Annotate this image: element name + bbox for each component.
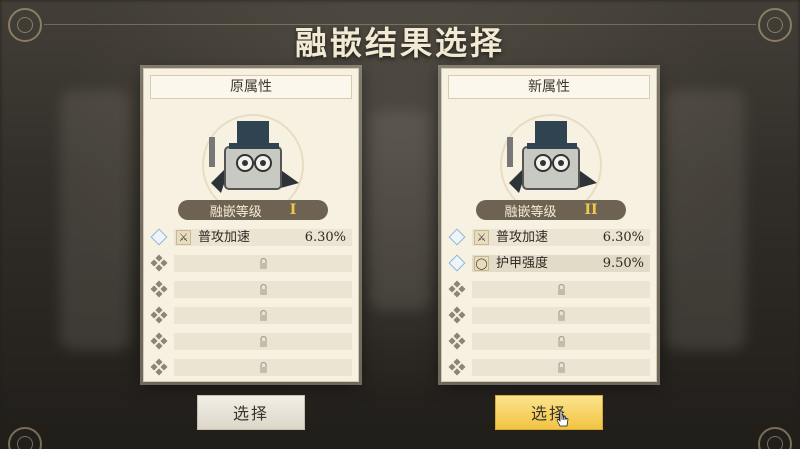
attribute-slot: ⚔ 普攻加速 6.30%: [174, 229, 352, 246]
attribute-value: 9.50%: [602, 256, 644, 271]
diamond-icon: [448, 254, 466, 272]
sword-icon: ⚔: [176, 230, 191, 245]
lock-icon: [260, 362, 267, 373]
fusion-level-label: 融嵌等级: [209, 204, 262, 220]
pointer-cursor-icon: [556, 410, 569, 427]
attribute-list: ⚔ 普攻加速 6.30% ◯ 护甲强度 9.50%: [448, 225, 650, 381]
lock-icon: [260, 284, 267, 295]
attribute-row: [150, 277, 352, 303]
attribute-row: [448, 329, 650, 355]
locked-slot: [472, 281, 650, 298]
locked-marker-icon: [448, 280, 466, 298]
locked-slot: [174, 255, 352, 272]
attribute-slot: ◯ 护甲强度 9.50%: [472, 255, 650, 272]
locked-slot: [472, 307, 650, 324]
fusion-level-label: 融嵌等级: [504, 204, 557, 220]
attribute-row: [448, 355, 650, 381]
lock-icon: [260, 336, 267, 347]
locked-marker-icon: [150, 254, 168, 272]
ring-icon: ◯: [474, 256, 489, 271]
locked-marker-icon: [448, 358, 466, 376]
fusion-level-bar: 融嵌等级 II: [476, 200, 626, 220]
fusion-level-bar: 融嵌等级 I: [178, 200, 328, 220]
locked-marker-icon: [150, 280, 168, 298]
new-attributes-card: 新属性 融嵌等级 II ⚔ 普攻加速 6.30% ◯ 护甲强度 9.50%: [441, 68, 657, 382]
lock-icon: [558, 362, 565, 373]
attribute-list: ⚔ 普攻加速 6.30%: [150, 225, 352, 381]
attribute-name: 护甲强度: [496, 256, 549, 271]
locked-slot: [472, 333, 650, 350]
attribute-row: [448, 277, 650, 303]
locked-marker-icon: [150, 332, 168, 350]
lock-icon: [260, 258, 267, 269]
card-header: 新属性: [448, 75, 650, 99]
lock-icon: [558, 336, 565, 347]
locked-slot: [174, 333, 352, 350]
attribute-name: 普攻加速: [198, 230, 251, 245]
fusion-level-value: II: [584, 202, 598, 218]
attribute-row: ◯ 护甲强度 9.50%: [448, 251, 650, 277]
locked-slot: [174, 359, 352, 376]
original-attributes-card: 原属性 融嵌等级 I ⚔ 普攻加速 6.30%: [143, 68, 359, 382]
attribute-value: 6.30%: [304, 230, 346, 245]
locked-marker-icon: [448, 306, 466, 324]
attribute-row: [150, 251, 352, 277]
fusion-level-value: I: [289, 202, 297, 218]
select-original-button[interactable]: 选择: [197, 395, 305, 430]
lock-icon: [260, 310, 267, 321]
attribute-row: [150, 355, 352, 381]
locked-slot: [174, 307, 352, 324]
diamond-icon: [150, 228, 168, 246]
lock-icon: [558, 310, 565, 321]
locked-slot: [174, 281, 352, 298]
attribute-value: 6.30%: [602, 230, 644, 245]
attribute-row: ⚔ 普攻加速 6.30%: [150, 225, 352, 251]
locked-slot: [472, 359, 650, 376]
locked-marker-icon: [150, 358, 168, 376]
locked-marker-icon: [150, 306, 168, 324]
attribute-name: 普攻加速: [496, 230, 549, 245]
attribute-slot: ⚔ 普攻加速 6.30%: [472, 229, 650, 246]
attribute-row: ⚔ 普攻加速 6.30%: [448, 225, 650, 251]
lock-icon: [558, 284, 565, 295]
attribute-row: [150, 329, 352, 355]
card-header: 原属性: [150, 75, 352, 99]
select-new-button[interactable]: 选择: [495, 395, 603, 430]
dim-overlay: [0, 0, 800, 449]
page-title: 融嵌结果选择: [294, 24, 505, 62]
attribute-row: [150, 303, 352, 329]
locked-marker-icon: [448, 332, 466, 350]
diamond-icon: [448, 228, 466, 246]
attribute-row: [448, 303, 650, 329]
sword-icon: ⚔: [474, 230, 489, 245]
